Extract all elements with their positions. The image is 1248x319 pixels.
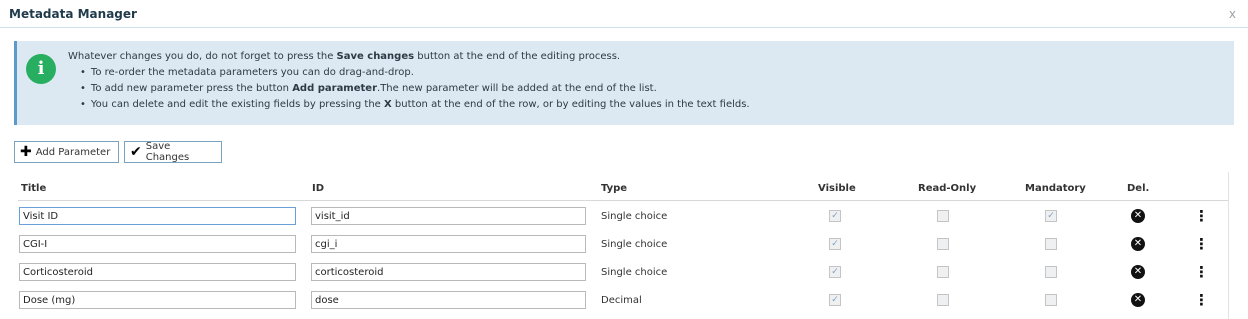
dialog-titlebar: Metadata Manager x: [0, 0, 1248, 28]
mandatory-checkbox[interactable]: [1045, 266, 1057, 278]
type-value: Single choice: [601, 267, 668, 278]
header-del: Del.: [1127, 183, 1150, 194]
header-mandatory: Mandatory: [1025, 183, 1086, 194]
more-options-icon[interactable]: ⋮: [1194, 207, 1209, 225]
info-text: Whatever changes you do, do not forget t…: [68, 49, 750, 113]
info-bullet: To re-order the metadata parameters you …: [80, 65, 750, 81]
info-bullet: To add new parameter press the button Ad…: [80, 81, 750, 97]
visible-checkbox[interactable]: ✓: [829, 210, 841, 222]
header-type: Type: [601, 183, 628, 194]
info-icon: i: [26, 54, 56, 84]
table-row[interactable]: Single choice ✓ ✕ ⋮: [0, 262, 1248, 284]
table-row[interactable]: Single choice ✓ ✕ ⋮: [0, 234, 1248, 256]
more-options-icon[interactable]: ⋮: [1194, 263, 1209, 281]
save-changes-label: Save Changes: [145, 141, 190, 163]
header-id: ID: [312, 183, 325, 194]
mandatory-checkbox[interactable]: [1045, 238, 1057, 250]
readonly-checkbox[interactable]: [937, 266, 949, 278]
id-input[interactable]: [311, 263, 586, 281]
dialog-title: Metadata Manager: [9, 7, 137, 21]
checkmark-icon: ✔: [130, 144, 142, 160]
info-bullets: To re-order the metadata parameters you …: [68, 65, 750, 113]
header-readonly: Read-Only: [918, 183, 977, 194]
type-value: Decimal: [601, 295, 642, 306]
title-input[interactable]: [19, 263, 296, 281]
delete-icon[interactable]: ✕: [1131, 293, 1145, 307]
id-input[interactable]: [311, 235, 586, 253]
mandatory-checkbox[interactable]: [1045, 294, 1057, 306]
title-input[interactable]: [19, 291, 296, 309]
visible-checkbox[interactable]: ✓: [829, 266, 841, 278]
title-input[interactable]: [19, 207, 296, 225]
delete-icon[interactable]: ✕: [1131, 265, 1145, 279]
visible-checkbox[interactable]: ✓: [829, 238, 841, 250]
plus-icon: ✚: [20, 144, 32, 160]
more-options-icon[interactable]: ⋮: [1194, 235, 1209, 253]
readonly-checkbox[interactable]: [937, 238, 949, 250]
table-row[interactable]: Single choice ✓ ✓ ✕ ⋮: [0, 206, 1248, 228]
close-icon[interactable]: x: [1229, 7, 1236, 21]
info-lead: Whatever changes you do, do not forget t…: [68, 51, 621, 62]
header-divider: [18, 200, 1229, 201]
readonly-checkbox[interactable]: [937, 294, 949, 306]
header-visible: Visible: [818, 183, 856, 194]
id-input[interactable]: [311, 291, 586, 309]
table-row[interactable]: Decimal ✓ ✕ ⋮: [0, 290, 1248, 312]
title-input[interactable]: [19, 235, 296, 253]
delete-icon[interactable]: ✕: [1131, 209, 1145, 223]
more-options-icon[interactable]: ⋮: [1194, 291, 1209, 309]
id-input[interactable]: [311, 207, 586, 225]
type-value: Single choice: [601, 211, 668, 222]
type-value: Single choice: [601, 239, 668, 250]
readonly-checkbox[interactable]: [937, 210, 949, 222]
add-parameter-button[interactable]: ✚ Add Parameter: [14, 141, 119, 163]
info-bullet: You can delete and edit the existing fie…: [80, 97, 750, 113]
info-box: i Whatever changes you do, do not forget…: [14, 41, 1234, 125]
mandatory-checkbox[interactable]: ✓: [1045, 210, 1057, 222]
delete-icon[interactable]: ✕: [1131, 237, 1145, 251]
add-parameter-label: Add Parameter: [35, 146, 111, 158]
visible-checkbox[interactable]: ✓: [829, 294, 841, 306]
save-changes-button[interactable]: ✔ Save Changes: [124, 141, 222, 163]
header-title: Title: [21, 183, 47, 194]
